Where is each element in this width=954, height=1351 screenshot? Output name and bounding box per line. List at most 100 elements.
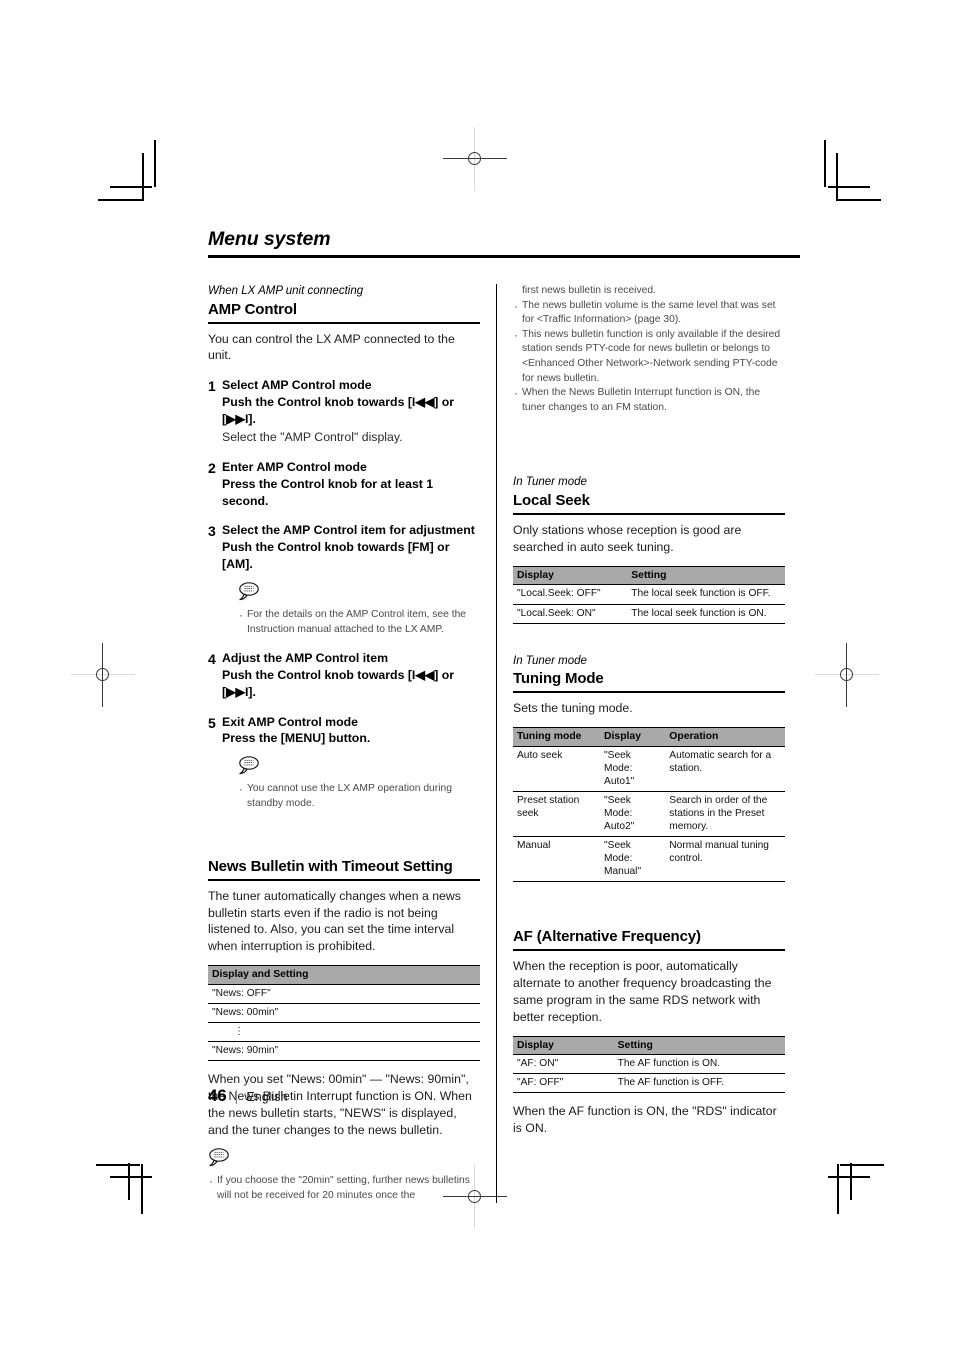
cell-news-00min: "News: 00min" bbox=[208, 1003, 480, 1024]
right-column: first news bulletin is received. The new… bbox=[513, 284, 785, 1203]
news-bulletin-table: Display and Setting "News: OFF" "News: 0… bbox=[208, 965, 480, 1062]
crop-mark-bottom-right-v2 bbox=[837, 1164, 839, 1214]
two-column-layout: When LX AMP unit connecting AMP Control … bbox=[190, 284, 800, 1204]
list-item: For the details on the AMP Control item,… bbox=[238, 607, 480, 637]
step-4-title: Adjust the AMP Control item bbox=[222, 651, 389, 666]
note-bubble-icon bbox=[238, 581, 480, 606]
footer-separator: | bbox=[234, 1088, 239, 1105]
crop-mark-top-right-h1 bbox=[828, 186, 870, 188]
registration-mark-right bbox=[815, 643, 879, 707]
cell-operation: Automatic search for a station. bbox=[665, 746, 785, 792]
step-2-title: Enter AMP Control mode bbox=[222, 459, 367, 474]
page-content: Menu system When LX AMP unit connecting … bbox=[190, 228, 800, 1204]
table-header-row: Display Setting bbox=[513, 565, 785, 586]
news-bulletin-notes: If you choose the "20min" setting, furth… bbox=[208, 1173, 480, 1203]
page-title: Menu system bbox=[208, 228, 331, 250]
amp-control-intro: You can control the LX AMP connected to … bbox=[208, 331, 455, 363]
tuning-mode-table: Tuning mode Display Operation Auto seek … bbox=[513, 727, 785, 882]
cell-display: "AF: OFF" bbox=[513, 1073, 614, 1094]
step-4-number: 4 bbox=[208, 651, 216, 668]
tuning-mode-heading: Tuning Mode bbox=[513, 670, 785, 694]
step-2-action: Press the Control knob for at least 1 se… bbox=[222, 476, 434, 508]
cell-display: "AF: ON" bbox=[513, 1054, 614, 1075]
section-tuning-mode: In Tuner mode Tuning Mode Sets the tunin… bbox=[513, 654, 785, 882]
step-5-note-block: You cannot use the LX AMP operation duri… bbox=[238, 755, 480, 811]
crop-mark-bottom-right-v1 bbox=[850, 1163, 852, 1200]
step-5-action: Press the [MENU] button. bbox=[222, 731, 371, 746]
af-after-table: When the AF function is ON, the "RDS" in… bbox=[513, 1104, 777, 1136]
step-1-title: Select AMP Control mode bbox=[222, 378, 372, 393]
column-header-display: Display bbox=[513, 1035, 614, 1056]
cell-tuning-mode: Manual bbox=[513, 836, 601, 882]
table-row: "News: 00min" bbox=[208, 1003, 480, 1024]
list-item: You cannot use the LX AMP operation duri… bbox=[238, 781, 480, 811]
continued-notes: first news bulletin is received. The new… bbox=[513, 284, 785, 415]
table-row: "Local.Seek: OFF" The local seek functio… bbox=[513, 584, 785, 605]
amp-control-heading: AMP Control bbox=[208, 301, 480, 324]
cell-setting: The AF function is ON. bbox=[613, 1054, 785, 1075]
column-header-operation: Operation bbox=[665, 727, 785, 747]
continued-first-line: first news bulletin is received. bbox=[522, 285, 656, 296]
table-row: "Local.Seek: ON" The local seek function… bbox=[513, 604, 785, 624]
cell-setting: The AF function is OFF. bbox=[613, 1073, 785, 1094]
step-2-number: 2 bbox=[208, 459, 216, 476]
column-header-display-and-setting: Display and Setting bbox=[208, 965, 480, 985]
crop-mark-bottom-left-v1 bbox=[128, 1163, 130, 1200]
registration-mark-left bbox=[71, 643, 135, 707]
step-4: 4 Adjust the AMP Control item Push the C… bbox=[208, 650, 480, 701]
crop-mark-top-left-h2 bbox=[98, 199, 142, 201]
crop-mark-bottom-right-h1 bbox=[840, 1164, 884, 1166]
news-bulletin-heading: News Bulletin with Timeout Setting bbox=[208, 858, 480, 881]
tuning-mode-kicker: In Tuner mode bbox=[513, 654, 587, 667]
crop-mark-bottom-left-h1 bbox=[96, 1164, 140, 1166]
crop-mark-bottom-left-h2 bbox=[110, 1176, 152, 1178]
crop-mark-top-left-v1 bbox=[142, 153, 144, 201]
step-3: 3 Select the AMP Control item for adjust… bbox=[208, 522, 480, 637]
cell-display: "Seek Mode: Auto1" bbox=[600, 746, 666, 792]
cell-display: "Local.Seek: ON" bbox=[513, 604, 628, 624]
cell-tuning-mode: Auto seek bbox=[513, 746, 601, 792]
step-1-note: Select the "AMP Control" display. bbox=[222, 429, 403, 444]
table-row: "AF: OFF" The AF function is OFF. bbox=[513, 1073, 785, 1094]
cell-display: "Seek Mode: Auto2" bbox=[600, 791, 666, 837]
news-bulletin-intro: The tuner automatically changes when a n… bbox=[208, 888, 461, 954]
table-row: "News: OFF" bbox=[208, 984, 480, 1004]
crop-mark-top-left-h1 bbox=[110, 186, 152, 188]
registration-mark-top bbox=[443, 127, 507, 191]
crop-mark-bottom-left-v2 bbox=[141, 1164, 143, 1214]
footer-language: English bbox=[246, 1090, 288, 1104]
news-bulletin-note-block: If you choose the "20min" setting, furth… bbox=[208, 1147, 480, 1203]
step-1-action: Push the Control knob towards [I◀◀] or [… bbox=[222, 395, 455, 427]
table-row: ⋮ bbox=[208, 1022, 480, 1043]
cell-news-off: "News: OFF" bbox=[208, 984, 480, 1004]
page-footer: 46 | English bbox=[208, 1086, 287, 1106]
cell-display: "Seek Mode: Manual" bbox=[600, 836, 666, 882]
local-seek-intro: Only stations whose reception is good ar… bbox=[513, 523, 742, 554]
table-row: "AF: ON" The AF function is ON. bbox=[513, 1054, 785, 1075]
section-local-seek: In Tuner mode Local Seek Only stations w… bbox=[513, 475, 785, 624]
table-row: "News: 90min" bbox=[208, 1041, 480, 1062]
title-rule bbox=[208, 255, 800, 258]
cell-display: "Local.Seek: OFF" bbox=[513, 584, 628, 605]
table-header-row: Tuning mode Display Operation bbox=[513, 727, 785, 747]
step-5-title: Exit AMP Control mode bbox=[222, 714, 358, 729]
column-divider bbox=[496, 284, 497, 1204]
column-header-display: Display bbox=[513, 565, 628, 586]
column-header-display: Display bbox=[600, 727, 666, 747]
crop-mark-top-right-v2 bbox=[824, 140, 826, 187]
column-header-setting: Setting bbox=[627, 565, 785, 586]
local-seek-heading: Local Seek bbox=[513, 492, 785, 515]
list-item: When the News Bulletin Interrupt functio… bbox=[513, 385, 785, 415]
amp-control-kicker: When LX AMP unit connecting bbox=[208, 285, 364, 297]
note-bubble-icon bbox=[208, 1147, 480, 1172]
step-5-notes: You cannot use the LX AMP operation duri… bbox=[238, 781, 480, 811]
section-amp-control: When LX AMP unit connecting AMP Control … bbox=[208, 284, 480, 812]
step-2: 2 Enter AMP Control mode Press the Contr… bbox=[208, 459, 480, 510]
af-heading: AF (Alternative Frequency) bbox=[513, 928, 785, 951]
local-seek-kicker: In Tuner mode bbox=[513, 476, 587, 489]
table-row: Preset station seek "Seek Mode: Auto2" S… bbox=[513, 791, 785, 837]
section-af: AF (Alternative Frequency) When the rece… bbox=[513, 928, 785, 1137]
af-intro: When the reception is poor, automaticall… bbox=[513, 958, 772, 1024]
step-3-number: 3 bbox=[208, 523, 216, 540]
list-item: This news bulletin function is only avai… bbox=[513, 327, 785, 386]
